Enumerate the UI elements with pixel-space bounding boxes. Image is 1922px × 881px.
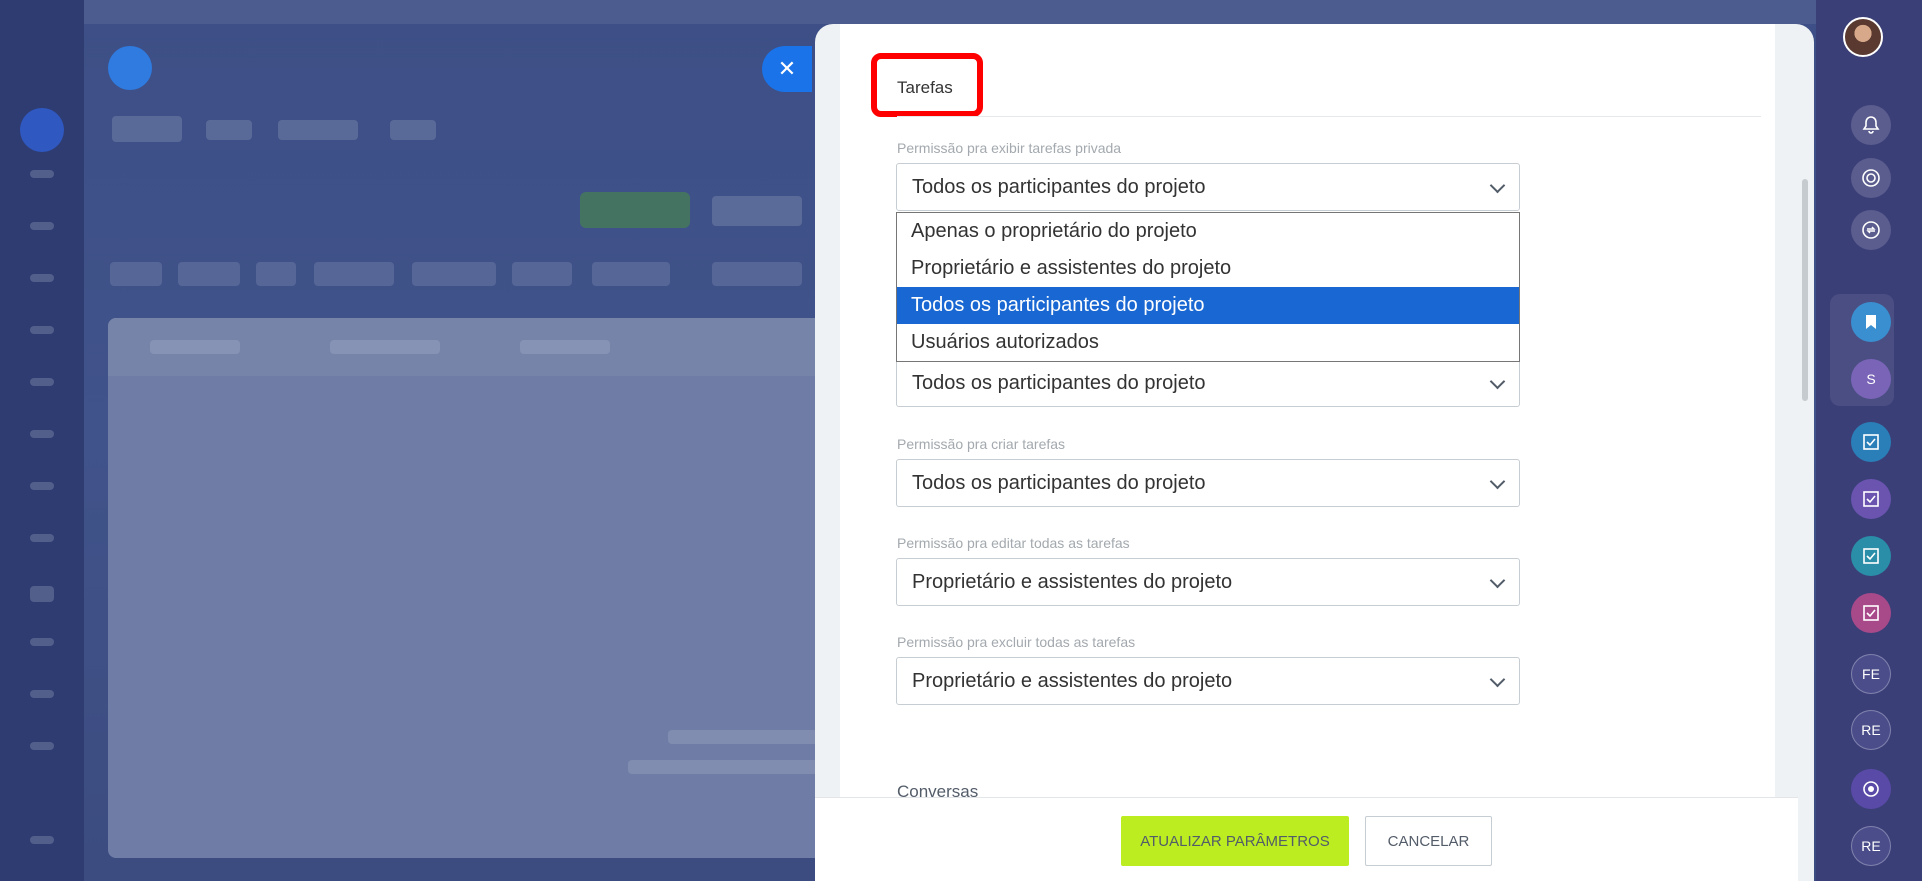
settings-card: Tarefas Permissão pra exibir tarefas pri… bbox=[840, 24, 1775, 824]
background-top-bar bbox=[84, 0, 1824, 24]
select-value: Todos os participantes do projeto bbox=[912, 471, 1206, 494]
select-value: Todos os participantes do projeto bbox=[912, 371, 1206, 394]
chevron-down-icon bbox=[1489, 177, 1506, 194]
select-value: Proprietário e assistentes do projeto bbox=[912, 570, 1233, 593]
field-label-delete-tasks: Permissão pra excluir todas as tarefas bbox=[897, 634, 1136, 650]
background-content-panel bbox=[108, 318, 848, 858]
right-rail-item-re[interactable]: RE bbox=[1851, 710, 1891, 750]
chat-icon[interactable] bbox=[1851, 769, 1891, 809]
sync-icon[interactable] bbox=[1851, 210, 1891, 250]
chevron-down-icon bbox=[1489, 671, 1506, 688]
section-title: Tarefas bbox=[897, 78, 953, 97]
field-label-view-private: Permissão pra exibir tarefas privada bbox=[897, 140, 1122, 156]
right-rail-item-s[interactable]: S bbox=[1851, 359, 1891, 399]
task-icon[interactable] bbox=[1851, 479, 1891, 519]
select-value: Todos os participantes do projeto bbox=[912, 175, 1206, 198]
task-icon[interactable] bbox=[1851, 536, 1891, 576]
dropdown-options-list: Apenas o proprietário do projeto Proprie… bbox=[896, 212, 1520, 362]
divider bbox=[897, 116, 1761, 117]
dropdown-option-owner-assistants[interactable]: Proprietário e assistentes do projeto bbox=[897, 250, 1519, 287]
close-panel-button[interactable]: ✕ bbox=[762, 46, 812, 92]
settings-slider-panel: Tarefas Permissão pra exibir tarefas pri… bbox=[815, 24, 1814, 881]
left-nav-rail bbox=[0, 0, 84, 881]
right-rail-item-fe[interactable]: FE bbox=[1851, 654, 1891, 694]
left-rail-active-item bbox=[20, 108, 64, 152]
background-logo bbox=[108, 46, 152, 90]
select-value: Proprietário e assistentes do projeto bbox=[912, 669, 1233, 692]
panel-footer: ATUALIZAR PARÂMETROS CANCELAR bbox=[815, 797, 1798, 881]
dropdown-option-authorized-users[interactable]: Usuários autorizados bbox=[897, 324, 1519, 361]
select-create-tasks[interactable]: Todos os participantes do projeto bbox=[896, 459, 1520, 507]
close-icon: ✕ bbox=[777, 56, 797, 81]
select-edit-all-tasks[interactable]: Proprietário e assistentes do projeto bbox=[896, 558, 1520, 606]
field-label-edit-tasks: Permissão pra editar todas as tarefas bbox=[897, 535, 1130, 551]
target-icon[interactable] bbox=[1851, 158, 1891, 198]
chevron-down-icon bbox=[1489, 473, 1506, 490]
dropdown-option-all-participants[interactable]: Todos os participantes do projeto bbox=[897, 287, 1519, 324]
bell-icon[interactable] bbox=[1851, 105, 1891, 145]
right-rail: S FE RE RE bbox=[1816, 0, 1922, 881]
bookmark-icon[interactable] bbox=[1851, 302, 1891, 342]
select-view-private-tasks[interactable]: Todos os participantes do projeto bbox=[896, 163, 1520, 211]
right-rail-item-re-2[interactable]: RE bbox=[1851, 826, 1891, 866]
select-permission-hidden[interactable]: Todos os participantes do projeto bbox=[896, 359, 1520, 407]
background-green-button bbox=[580, 192, 690, 228]
cancel-button[interactable]: CANCELAR bbox=[1365, 816, 1492, 866]
field-label-create-tasks: Permissão pra criar tarefas bbox=[897, 436, 1066, 452]
chevron-down-icon bbox=[1489, 572, 1506, 589]
update-parameters-button[interactable]: ATUALIZAR PARÂMETROS bbox=[1121, 816, 1349, 866]
task-icon[interactable] bbox=[1851, 422, 1891, 462]
user-avatar[interactable] bbox=[1843, 17, 1883, 57]
chevron-down-icon bbox=[1489, 373, 1506, 390]
dropdown-option-owner-only[interactable]: Apenas o proprietário do projeto bbox=[897, 213, 1519, 250]
select-delete-all-tasks[interactable]: Proprietário e assistentes do projeto bbox=[896, 657, 1520, 705]
scrollbar[interactable] bbox=[1802, 179, 1808, 401]
task-icon[interactable] bbox=[1851, 593, 1891, 633]
